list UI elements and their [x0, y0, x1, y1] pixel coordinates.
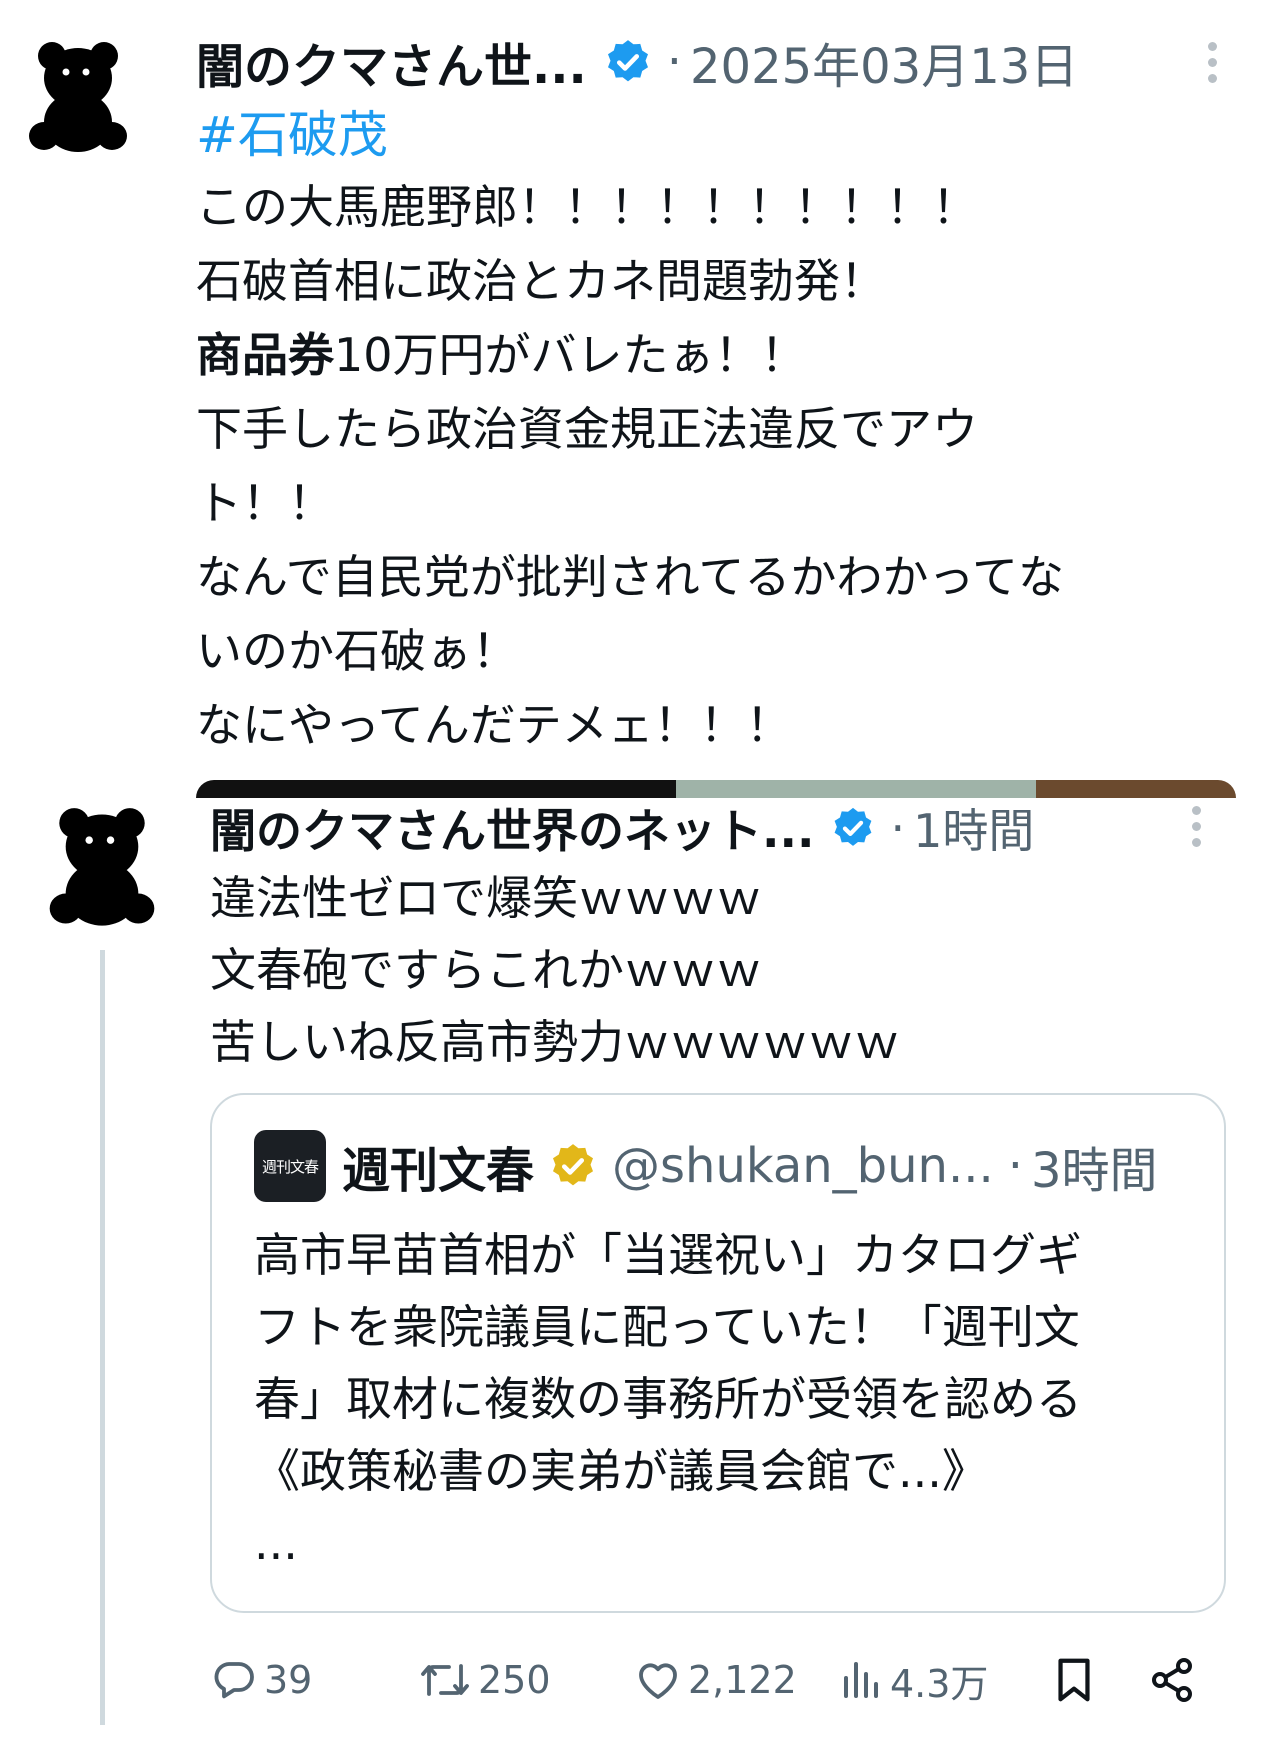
views-count: 4.3万 — [890, 1661, 989, 1706]
gold-verified-icon — [553, 1144, 594, 1186]
tweet-line: この大馬鹿野郎！！！！！！！！！！ — [196, 180, 978, 234]
reply-icon — [214, 1662, 254, 1699]
quote-header: 週刊文春 週刊文春 @shukan_bun... · 3時間 — [254, 1130, 1158, 1202]
thread-line — [100, 950, 105, 1725]
action-bar: 39 250 2,122 4.3万 — [210, 1650, 1210, 1710]
quote-text: 高市早苗首相が「当選祝い」カタログギ フトを衆院議員に配っていた！「週刊文 春」… — [254, 1219, 1194, 1579]
tweet-date[interactable]: 2025年03月13日 — [690, 27, 1078, 97]
quote-time[interactable]: 3時間 — [1031, 1131, 1158, 1201]
reply-text: 違法性ゼロで爆笑ｗｗｗｗ 文春砲ですらこれかｗｗｗ 苦しいね反高市勢力ｗｗｗｗｗ… — [210, 862, 900, 1078]
share-icon — [1152, 1658, 1192, 1702]
bold-text: 商品券 — [196, 328, 334, 382]
more-icon[interactable] — [1192, 806, 1201, 847]
tweet-line: 商品券10万円がバレたぁ！！ — [196, 318, 1206, 392]
quote-handle[interactable]: @shukan_bun... — [612, 1138, 994, 1194]
reply-line: 苦しいね反高市勢力ｗｗｗｗｗｗ — [210, 1015, 900, 1069]
bookmark-button[interactable] — [1052, 1650, 1102, 1710]
reply-line: 違法性ゼロで爆笑ｗｗｗｗ — [210, 871, 762, 925]
tweet-line-rest: 10万円がバレたぁ！！ — [334, 328, 807, 382]
separator: · — [666, 34, 682, 90]
tweet-header: 闇のクマさん世... · 2025年03月13日 — [196, 27, 1078, 97]
reply-avatar[interactable] — [48, 806, 156, 932]
quote-line: ... — [254, 1516, 298, 1570]
quote-line: フトを衆院議員に配っていた！「週刊文 — [254, 1300, 1080, 1354]
tweet-line: 石破首相に政治とカネ問題勃発！ — [196, 254, 886, 308]
tweet-line: 下手したら政治資金規正法違反でアウ — [196, 402, 978, 456]
separator: · — [1007, 1138, 1024, 1194]
verified-badge-icon — [835, 807, 872, 846]
quote-line: 《政策秘書の実弟が議員会館で...》 — [254, 1444, 988, 1498]
views-icon — [844, 1662, 878, 1698]
repost-icon — [421, 1664, 469, 1696]
reply-line: 文春砲ですらこれかｗｗｗ — [210, 943, 762, 997]
reply-count: 39 — [264, 1658, 313, 1702]
reply-header: 闇のクマさん世界のネット... · 1時間 — [210, 796, 1034, 860]
views-button[interactable]: 4.3万 — [840, 1650, 988, 1710]
quote-line: 高市早苗首相が「当選祝い」カタログギ — [254, 1228, 1082, 1282]
quote-card[interactable]: 週刊文春 週刊文春 @shukan_bun... · 3時間 高市早苗首相が「当… — [210, 1093, 1226, 1613]
author-name[interactable]: 闇のクマさん世... — [196, 27, 587, 97]
like-button[interactable]: 2,122 — [634, 1650, 797, 1710]
tweet-text: この大馬鹿野郎！！！！！！！！！！ 石破首相に政治とカネ問題勃発！ 商品券10万… — [196, 170, 1206, 762]
bear-avatar-icon — [49, 808, 155, 926]
tweet-avatar[interactable] — [28, 40, 128, 158]
tweet-line: なにやってんだテメェ！！！ — [196, 698, 792, 752]
like-icon — [639, 1663, 677, 1699]
tweet-line: ト！！ — [196, 476, 334, 530]
separator: · — [890, 801, 906, 855]
tweet-line: なんで自民党が批判されてるかわかってな — [196, 550, 1065, 604]
more-icon[interactable] — [1208, 42, 1217, 83]
verified-badge-icon — [607, 40, 648, 82]
quote-avatar[interactable]: 週刊文春 — [254, 1130, 326, 1202]
reply-button[interactable]: 39 — [210, 1650, 312, 1710]
reply-author-name[interactable]: 闇のクマさん世界のネット... — [210, 795, 814, 861]
hashtag-link[interactable]: #石破茂 — [196, 102, 388, 168]
quote-author-name[interactable]: 週刊文春 — [342, 1131, 534, 1201]
tweet-line: いのか石破ぁ！ — [196, 624, 518, 678]
quote-line: 春」取材に複数の事務所が受領を認める — [254, 1372, 1082, 1426]
share-button[interactable] — [1148, 1650, 1202, 1710]
like-count: 2,122 — [688, 1658, 797, 1702]
repost-button[interactable]: 250 — [418, 1650, 551, 1710]
repost-count: 250 — [478, 1658, 551, 1702]
bookmark-icon — [1058, 1658, 1090, 1702]
bear-avatar-icon — [29, 42, 127, 152]
reply-time[interactable]: 1時間 — [913, 795, 1034, 861]
